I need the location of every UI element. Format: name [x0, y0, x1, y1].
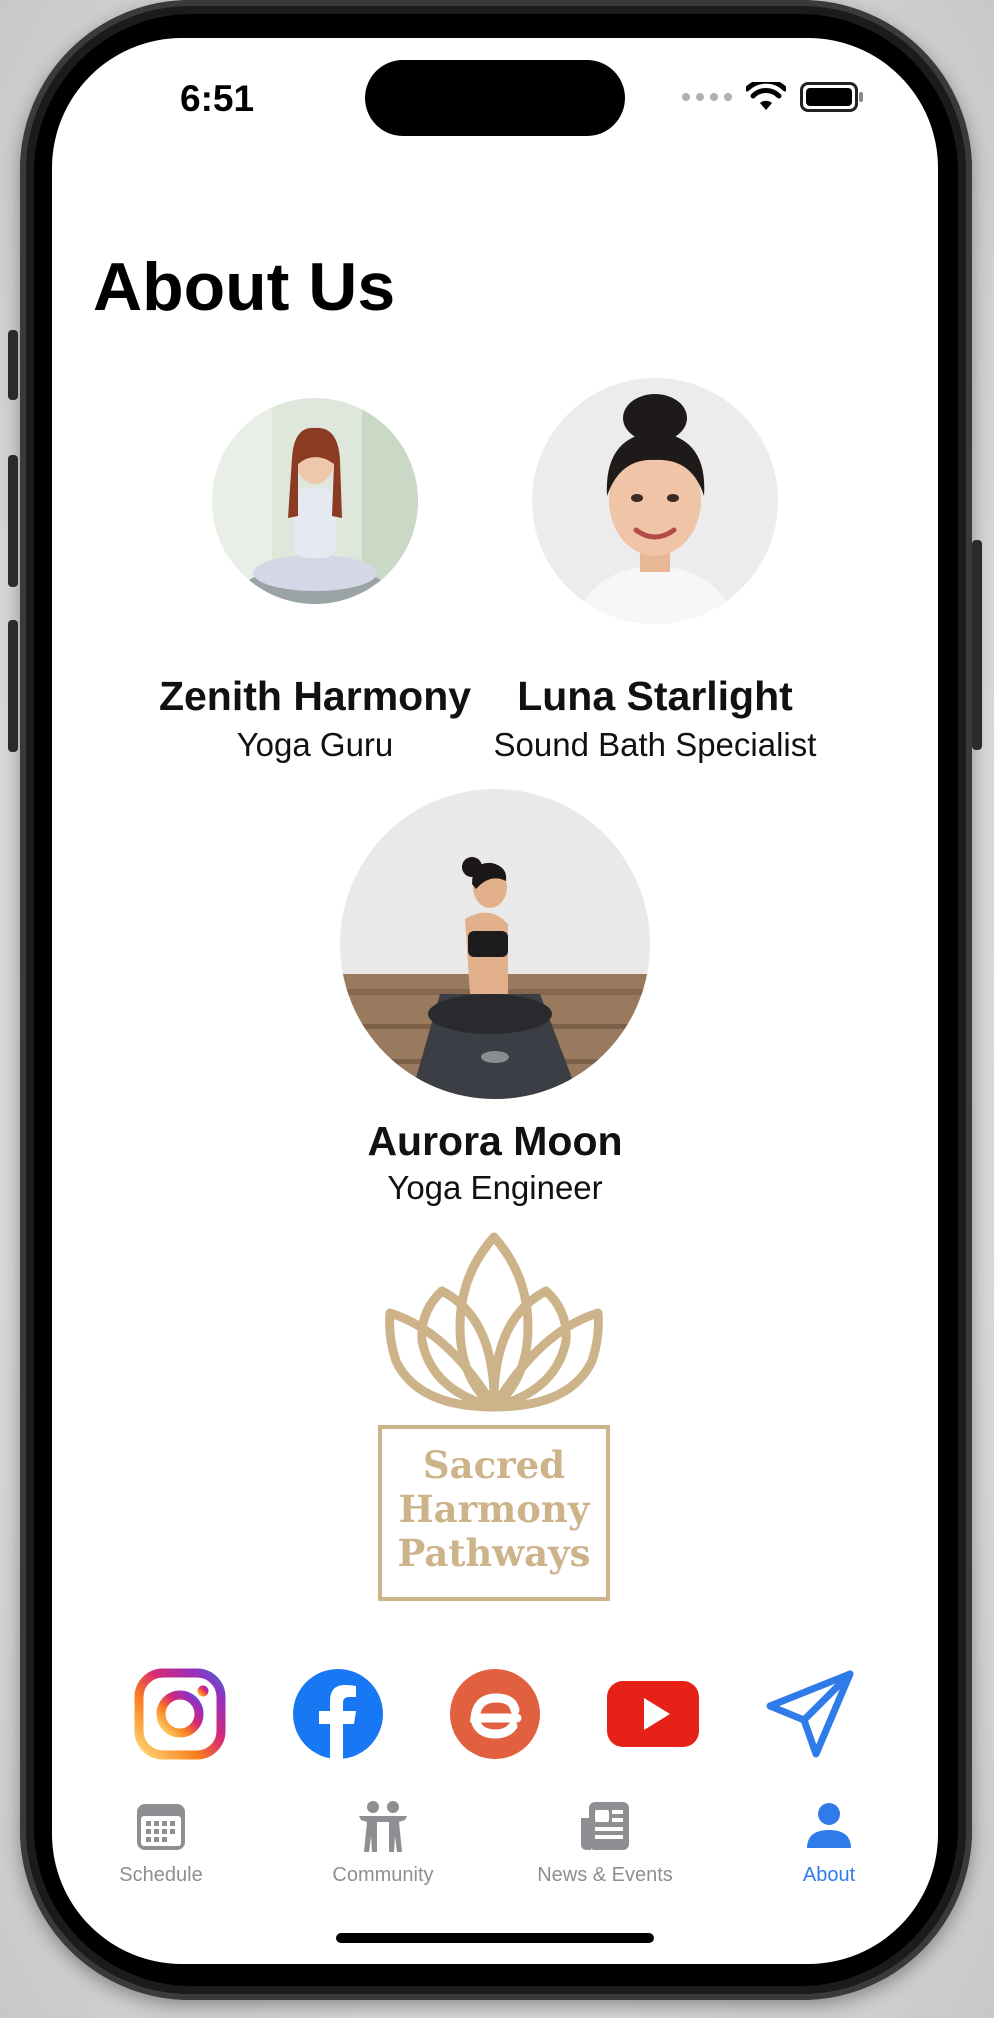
facebook-icon[interactable] — [292, 1668, 384, 1760]
team-member-name: Aurora Moon — [367, 1118, 623, 1164]
newspaper-icon — [581, 1802, 629, 1850]
page-title: About Us — [93, 249, 396, 325]
community-icon — [359, 1801, 407, 1852]
app-screen: 6:51 About Us Zenith Harmony Yoga Guru L… — [52, 38, 938, 1964]
logo-line: Sacred — [422, 1443, 566, 1487]
person-icon — [807, 1803, 851, 1848]
action-button — [8, 330, 18, 400]
logo-line: Harmony — [398, 1487, 590, 1531]
tab-label: Schedule — [119, 1864, 203, 1886]
tab-news-events[interactable]: News & Events — [505, 1798, 705, 1887]
status-icons — [682, 82, 863, 112]
tab-community[interactable]: Community — [283, 1798, 483, 1887]
avatar-aurora-moon — [340, 789, 650, 1099]
avatar-luna-starlight — [532, 378, 778, 624]
team-member-name: Luna Starlight — [517, 673, 793, 719]
logo-line: Pathways — [397, 1531, 591, 1575]
send-icon[interactable] — [764, 1668, 856, 1760]
tab-label: News & Events — [537, 1864, 673, 1886]
social-links — [52, 1668, 938, 1768]
volume-down-button — [8, 620, 18, 752]
calendar-icon — [137, 1804, 185, 1850]
tab-schedule[interactable]: Schedule — [61, 1798, 261, 1887]
avatar-zenith-harmony — [212, 398, 418, 604]
tab-label: Community — [332, 1864, 434, 1886]
youtube-icon[interactable] — [607, 1668, 699, 1760]
tab-bar: Schedule Community News & Events About — [52, 1798, 938, 1908]
dynamic-island — [365, 60, 625, 136]
team-member-role: Yoga Guru — [236, 726, 394, 763]
tab-about[interactable]: About — [729, 1798, 929, 1887]
battery-icon — [800, 82, 863, 112]
wifi-icon — [746, 82, 786, 110]
sacred-harmony-pathways-logo: Sacred Harmony Pathways — [378, 1231, 610, 1606]
eventbrite-icon[interactable] — [449, 1668, 541, 1760]
logo-text: Sacred Harmony Pathways — [378, 1443, 610, 1575]
instagram-icon[interactable] — [134, 1668, 226, 1760]
home-indicator[interactable] — [336, 1933, 654, 1943]
team-member-name: Zenith Harmony — [158, 673, 472, 719]
volume-up-button — [8, 455, 18, 587]
tab-label: About — [802, 1864, 856, 1886]
power-button — [972, 540, 982, 750]
signal-icon — [682, 93, 732, 101]
team-member-role: Yoga Engineer — [387, 1169, 603, 1206]
status-time: 6:51 — [180, 78, 255, 119]
team-member-role: Sound Bath Specialist — [493, 726, 817, 763]
